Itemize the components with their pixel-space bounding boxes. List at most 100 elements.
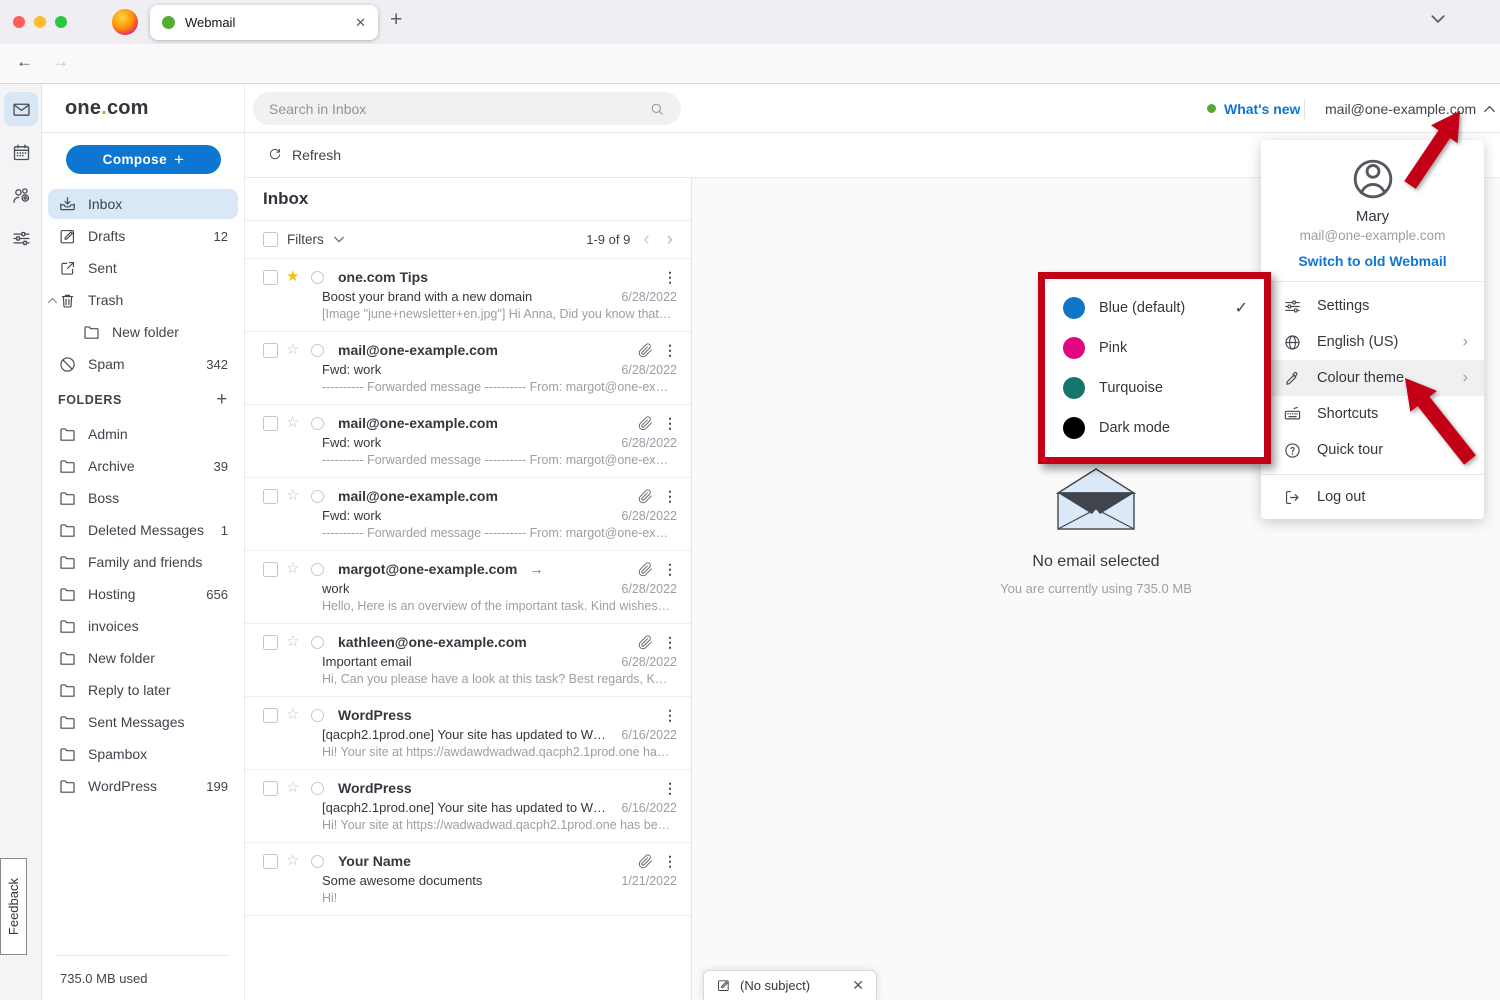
sidebar-folder-item[interactable]: Hosting 656: [48, 579, 238, 609]
switch-old-webmail-link[interactable]: Switch to old Webmail: [1261, 253, 1484, 269]
theme-option[interactable]: Pink ✓: [1045, 328, 1264, 368]
prev-page-icon[interactable]: ‹: [639, 230, 653, 249]
email-checkbox[interactable]: [263, 781, 278, 796]
whats-new-link[interactable]: What's new: [1207, 84, 1300, 133]
select-all-checkbox[interactable]: [263, 232, 278, 247]
menu-item-settings[interactable]: Settings: [1261, 288, 1484, 324]
read-status-icon[interactable]: [311, 490, 324, 503]
email-checkbox[interactable]: [263, 416, 278, 431]
tab-list-chevron-icon[interactable]: [1430, 14, 1446, 24]
email-more-icon[interactable]: ⋮: [663, 562, 677, 576]
macos-minimize-button[interactable]: [34, 16, 46, 28]
star-toggle[interactable]: ☆ ★: [286, 779, 303, 797]
email-more-icon[interactable]: ⋮: [663, 708, 677, 722]
search-input[interactable]: [269, 101, 639, 117]
email-row[interactable]: ☆ ★ one.com Tips → ⋮ Boost your brand wi…: [245, 259, 691, 332]
email-row[interactable]: ☆ ★ Your Name → ⋮ Some awesome documents…: [245, 843, 691, 916]
star-toggle[interactable]: ☆ ★: [286, 706, 303, 724]
sidebar-folder-item[interactable]: Reply to later: [48, 675, 238, 705]
email-row[interactable]: ☆ ★ mail@one-example.com → ⋮ Fwd: work 6…: [245, 405, 691, 478]
theme-option[interactable]: Dark mode ✓: [1045, 408, 1264, 448]
compose-button[interactable]: Compose+: [66, 145, 221, 174]
browser-tab[interactable]: Webmail ✕: [150, 5, 378, 40]
add-folder-button[interactable]: +: [216, 389, 228, 411]
read-status-icon[interactable]: [311, 271, 324, 284]
menu-item-language[interactable]: English (US) ›: [1261, 324, 1484, 360]
filters-chevron-icon[interactable]: [333, 236, 345, 243]
email-checkbox[interactable]: [263, 343, 278, 358]
one-com-logo[interactable]: one.com: [65, 97, 149, 120]
star-toggle[interactable]: ☆ ★: [286, 341, 303, 359]
theme-option[interactable]: Turquoise ✓: [1045, 368, 1264, 408]
sidebar-folder-item[interactable]: New folder: [48, 643, 238, 673]
forward-button[interactable]: →: [52, 52, 69, 72]
collapse-chevron-icon[interactable]: [47, 297, 58, 304]
sidebar-item-inbox[interactable]: Inbox: [48, 189, 238, 219]
star-toggle[interactable]: ☆ ★: [286, 560, 303, 578]
macos-zoom-button[interactable]: [55, 16, 67, 28]
sidebar-folder-item[interactable]: invoices: [48, 611, 238, 641]
read-status-icon[interactable]: [311, 563, 324, 576]
sidebar-folder-item[interactable]: Deleted Messages 1: [48, 515, 238, 545]
new-tab-button[interactable]: +: [390, 8, 402, 32]
read-status-icon[interactable]: [311, 344, 324, 357]
sidebar-folder-item[interactable]: Archive 39: [48, 451, 238, 481]
filters-button[interactable]: Filters: [287, 232, 324, 247]
sidebar-item-spam[interactable]: Spam 342: [48, 349, 238, 379]
feedback-tab[interactable]: Feedback: [0, 858, 27, 955]
email-checkbox[interactable]: [263, 489, 278, 504]
sidebar-folder-item[interactable]: WordPress 199: [48, 771, 238, 801]
star-toggle[interactable]: ☆ ★: [286, 633, 303, 651]
sidebar-item-drafts[interactable]: Drafts 12: [48, 221, 238, 251]
refresh-button[interactable]: Refresh: [267, 147, 341, 163]
close-icon[interactable]: ✕: [852, 977, 864, 994]
star-toggle[interactable]: ☆ ★: [286, 414, 303, 432]
rail-calendar-icon[interactable]: [4, 135, 38, 169]
rail-contacts-icon[interactable]: [4, 178, 38, 212]
email-more-icon[interactable]: ⋮: [663, 416, 677, 430]
minimized-compose-bar[interactable]: (No subject) ✕: [703, 970, 877, 1000]
email-row[interactable]: ☆ ★ margot@one-example.com → ⋮ work 6/28…: [245, 551, 691, 624]
sidebar-folder-item[interactable]: Admin: [48, 419, 238, 449]
sidebar-folder-item[interactable]: Sent Messages: [48, 707, 238, 737]
sidebar-item-trash[interactable]: Trash: [48, 285, 238, 315]
email-more-icon[interactable]: ⋮: [663, 489, 677, 503]
sidebar-item-trash-new-folder[interactable]: New folder: [48, 317, 238, 347]
read-status-icon[interactable]: [311, 709, 324, 722]
email-checkbox[interactable]: [263, 635, 278, 650]
star-toggle[interactable]: ☆ ★: [286, 268, 303, 286]
read-status-icon[interactable]: [311, 636, 324, 649]
rail-mail-icon[interactable]: [4, 92, 38, 126]
email-checkbox[interactable]: [263, 270, 278, 285]
email-row[interactable]: ☆ ★ kathleen@one-example.com → ⋮ Importa…: [245, 624, 691, 697]
email-more-icon[interactable]: ⋮: [663, 854, 677, 868]
email-checkbox[interactable]: [263, 708, 278, 723]
menu-item-logout[interactable]: Log out: [1261, 475, 1484, 519]
email-more-icon[interactable]: ⋮: [663, 635, 677, 649]
search-bar[interactable]: [253, 92, 681, 125]
email-more-icon[interactable]: ⋮: [663, 781, 677, 795]
rail-settings-icon[interactable]: [4, 221, 38, 255]
next-page-icon[interactable]: ›: [663, 230, 677, 249]
search-icon[interactable]: [649, 101, 665, 117]
email-more-icon[interactable]: ⋮: [663, 343, 677, 357]
email-row[interactable]: ☆ ★ mail@one-example.com → ⋮ Fwd: work 6…: [245, 478, 691, 551]
email-checkbox[interactable]: [263, 854, 278, 869]
macos-close-button[interactable]: [13, 16, 25, 28]
star-toggle[interactable]: ☆ ★: [286, 852, 303, 870]
back-button[interactable]: ←: [16, 52, 33, 72]
sidebar-folder-item[interactable]: Boss: [48, 483, 238, 513]
tab-close-icon[interactable]: ✕: [355, 15, 366, 31]
star-toggle[interactable]: ☆ ★: [286, 487, 303, 505]
email-row[interactable]: ☆ ★ WordPress → ⋮ [qacph2.1prod.one] You…: [245, 770, 691, 843]
theme-option[interactable]: Blue (default) ✓: [1045, 288, 1264, 328]
sidebar-folder-item[interactable]: Family and friends: [48, 547, 238, 577]
email-row[interactable]: ☆ ★ mail@one-example.com → ⋮ Fwd: work 6…: [245, 332, 691, 405]
email-checkbox[interactable]: [263, 562, 278, 577]
read-status-icon[interactable]: [311, 782, 324, 795]
read-status-icon[interactable]: [311, 855, 324, 868]
sidebar-item-sent[interactable]: Sent: [48, 253, 238, 283]
email-more-icon[interactable]: ⋮: [663, 270, 677, 284]
read-status-icon[interactable]: [311, 417, 324, 430]
email-row[interactable]: ☆ ★ WordPress → ⋮ [qacph2.1prod.one] You…: [245, 697, 691, 770]
